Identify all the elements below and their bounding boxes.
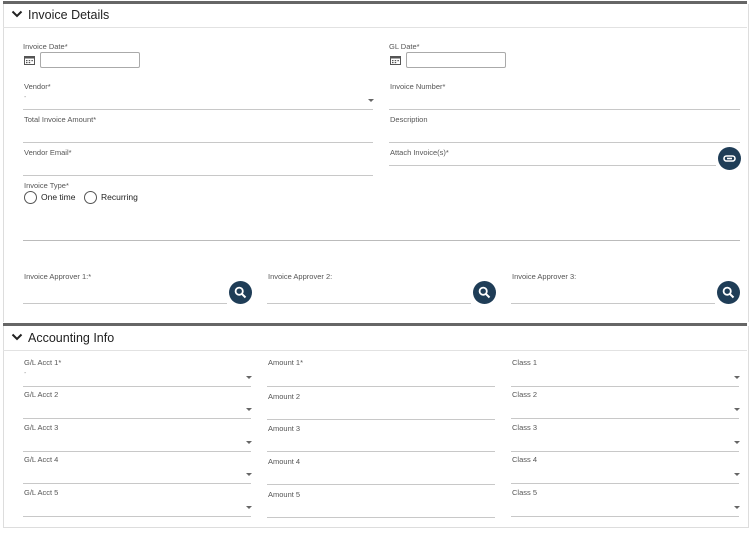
gl-acct-1-label: G/L Acct 1* (24, 358, 62, 367)
radio-one-time-label: One time (41, 192, 76, 202)
gl-acct-5-select[interactable] (23, 516, 251, 517)
gl-acct-1-select[interactable] (23, 386, 251, 387)
attach-button[interactable] (718, 147, 741, 170)
class-3-label: Class 3 (512, 423, 538, 432)
amount-5-label: Amount 5 (268, 490, 301, 499)
approver-2-input[interactable] (267, 303, 471, 304)
description-label: Description (390, 115, 428, 124)
paperclip-icon (723, 155, 736, 162)
class-2-select[interactable] (511, 418, 739, 419)
amount-1-label: Amount 1* (268, 358, 304, 367)
class-5-label: Class 5 (512, 488, 538, 497)
gl-acct-3-select[interactable] (23, 451, 251, 452)
approver-3-input[interactable] (511, 303, 715, 304)
search-icon (722, 286, 735, 299)
amount-4-label: Amount 4 (268, 457, 301, 466)
invoice-details-header[interactable]: Invoice Details (3, 5, 747, 28)
accounting-info-header[interactable]: Accounting Info (3, 328, 747, 351)
invoice-type-label: Invoice Type* (24, 181, 69, 190)
amount-5-input[interactable] (267, 517, 495, 518)
gl-acct-1-value: - (24, 370, 27, 377)
amount-4-input[interactable] (267, 484, 495, 485)
class-3-select[interactable] (511, 451, 739, 452)
approver-1-label: Invoice Approver 1:* (24, 272, 92, 281)
gl-date-label: GL Date* (389, 42, 420, 51)
approver-2-search-button[interactable] (473, 281, 496, 304)
chevron-down-icon[interactable] (734, 506, 740, 509)
calendar-icon[interactable] (390, 55, 401, 65)
search-icon (234, 286, 247, 299)
accounting-info-title: Accounting Info (28, 331, 115, 345)
invoice-number-input[interactable] (389, 109, 740, 110)
section-divider (23, 240, 740, 241)
chevron-down-icon[interactable] (734, 441, 740, 444)
search-icon (478, 286, 491, 299)
invoice-date-label: Invoice Date* (23, 42, 68, 51)
amount-1-input[interactable] (267, 386, 495, 387)
radio-recurring[interactable] (84, 191, 97, 204)
approver-3-label: Invoice Approver 3: (512, 272, 577, 281)
vendor-select[interactable] (23, 109, 373, 110)
attach-invoices-field[interactable] (389, 165, 716, 166)
class-5-select[interactable] (511, 516, 739, 517)
class-1-label: Class 1 (512, 358, 538, 367)
gl-acct-5-label: G/L Acct 5 (24, 488, 59, 497)
approver-2-label: Invoice Approver 2: (268, 272, 333, 281)
gl-date-input[interactable] (406, 52, 506, 68)
chevron-down-icon[interactable] (368, 99, 374, 102)
amount-2-label: Amount 2 (268, 392, 301, 401)
amount-2-input[interactable] (267, 419, 495, 420)
approver-1-search-button[interactable] (229, 281, 252, 304)
radio-one-time[interactable] (24, 191, 37, 204)
chevron-down-icon[interactable] (734, 408, 740, 411)
gl-acct-4-select[interactable] (23, 483, 251, 484)
chevron-down-icon[interactable] (734, 376, 740, 379)
gl-acct-4-label: G/L Acct 4 (24, 455, 59, 464)
chevron-down-icon[interactable] (734, 473, 740, 476)
vendor-label: Vendor* (24, 82, 51, 91)
chevron-down-icon[interactable] (11, 8, 23, 20)
class-2-label: Class 2 (512, 390, 538, 399)
calendar-icon[interactable] (24, 55, 35, 65)
approver-1-input[interactable] (23, 303, 227, 304)
approver-3-search-button[interactable] (717, 281, 740, 304)
chevron-down-icon[interactable] (246, 506, 252, 509)
gl-acct-2-label: G/L Acct 2 (24, 390, 59, 399)
total-amount-input[interactable] (23, 142, 373, 143)
description-input[interactable] (389, 142, 740, 143)
vendor-value: - (24, 94, 27, 101)
chevron-down-icon[interactable] (11, 331, 23, 343)
total-amount-label: Total Invoice Amount* (24, 115, 97, 124)
invoice-number-label: Invoice Number* (390, 82, 446, 91)
vendor-email-label: Vendor Email* (24, 148, 72, 157)
chevron-down-icon[interactable] (246, 408, 252, 411)
amount-3-input[interactable] (267, 451, 495, 452)
attach-invoices-label: Attach Invoice(s)* (390, 148, 449, 157)
accounting-info-panel (3, 326, 749, 528)
class-4-select[interactable] (511, 483, 739, 484)
class-1-select[interactable] (511, 386, 739, 387)
gl-acct-2-select[interactable] (23, 418, 251, 419)
chevron-down-icon[interactable] (246, 473, 252, 476)
vendor-email-input[interactable] (23, 175, 373, 176)
chevron-down-icon[interactable] (246, 441, 252, 444)
invoice-date-input[interactable] (40, 52, 140, 68)
amount-3-label: Amount 3 (268, 424, 301, 433)
radio-recurring-label: Recurring (101, 192, 138, 202)
class-4-label: Class 4 (512, 455, 538, 464)
chevron-down-icon[interactable] (246, 376, 252, 379)
gl-acct-3-label: G/L Acct 3 (24, 423, 59, 432)
invoice-details-title: Invoice Details (28, 8, 110, 22)
